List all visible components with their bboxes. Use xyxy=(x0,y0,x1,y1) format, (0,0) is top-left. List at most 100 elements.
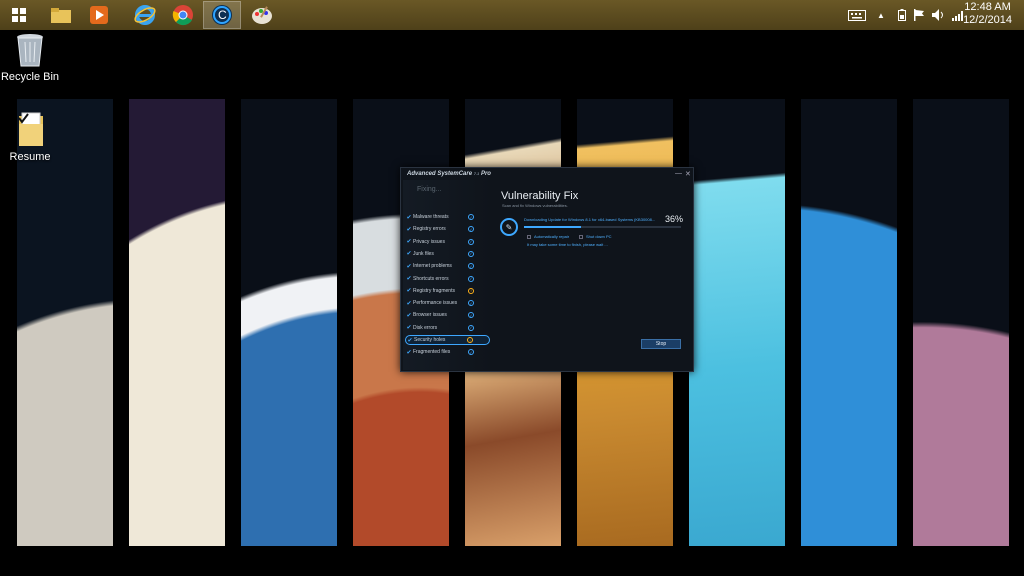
folder-icon xyxy=(51,8,71,23)
wallpaper-panel-moon xyxy=(17,99,113,546)
internet-explorer-icon xyxy=(134,5,156,25)
scan-item[interactable]: ✔ Fragmented files ✓ xyxy=(405,347,490,357)
scan-item[interactable]: ✔ Disk errors ✓ xyxy=(405,323,490,333)
shutdown-pc-checkbox[interactable]: Shut down PC xyxy=(579,234,612,239)
auto-repair-checkbox[interactable]: Automatically repair xyxy=(527,234,569,239)
start-button[interactable] xyxy=(0,1,38,29)
done-status-icon: ✓ xyxy=(468,263,474,270)
checkmark-icon: ✔ xyxy=(406,239,412,246)
chevron-up-icon: ▲ xyxy=(877,10,885,20)
scan-item-label: Fragmented files xyxy=(413,349,451,356)
done-status-icon: ✓ xyxy=(468,312,474,319)
volume-tray-button[interactable] xyxy=(930,0,946,30)
desktop-icon-label: Resume xyxy=(9,151,51,163)
taskbar-internet-explorer[interactable] xyxy=(126,1,164,29)
desktop-icon-recycle-bin[interactable]: Recycle Bin xyxy=(0,32,60,83)
advanced-systemcare-window: Advanced SystemCare 7.1 Pro — ✕ Fixing..… xyxy=(400,167,694,372)
checkmark-icon: ✔ xyxy=(406,263,412,270)
taskbar-paint[interactable] xyxy=(243,1,281,29)
app-edition: Pro xyxy=(480,171,491,177)
done-status-icon: ✓ xyxy=(468,214,474,220)
fixing-status: Fixing... xyxy=(417,186,442,193)
scan-item-label: Performance issues xyxy=(413,300,458,307)
done-status-icon: ✓ xyxy=(468,349,474,356)
wait-hint: It may take some time to finish, please … xyxy=(527,242,608,247)
action-center-tray-button[interactable] xyxy=(911,0,927,30)
scan-item-label: Disk errors xyxy=(413,324,438,331)
keyboard-tray-button[interactable] xyxy=(846,0,868,30)
advanced-systemcare-icon: C xyxy=(212,5,232,25)
scan-item[interactable]: ✔ Registry errors ✓ xyxy=(405,224,490,234)
checkbox-icon xyxy=(527,234,531,239)
desktop-icon-resume[interactable]: Resume xyxy=(0,110,60,163)
taskbar-file-explorer[interactable] xyxy=(42,1,80,29)
scan-item[interactable]: ✔ Junk files ✓ xyxy=(405,249,490,259)
app-version: 7.1 xyxy=(473,171,480,176)
media-player-icon xyxy=(90,6,108,24)
keyboard-icon xyxy=(848,9,866,21)
done-status-icon: ✓ xyxy=(468,250,474,257)
wallpaper-panel-earth xyxy=(241,99,337,546)
checkmark-icon: ✔ xyxy=(406,276,412,282)
scan-item-label: Junk files xyxy=(413,250,434,257)
scan-item[interactable]: ✔ Shortcuts errors ✓ xyxy=(405,274,490,284)
paint-icon xyxy=(252,6,272,24)
scan-item[interactable]: ✔ Registry fragments! xyxy=(405,286,490,296)
taskbar-chrome[interactable] xyxy=(164,1,202,29)
wallpaper-panel-uranus xyxy=(689,99,785,546)
scan-item-label: Browser issues xyxy=(413,312,447,319)
scan-items-sidebar: Fixing... ✔ Malware threats ✓ ✔ Registry err… xyxy=(403,180,491,370)
battery-icon xyxy=(898,9,906,21)
close-button[interactable]: ✕ xyxy=(685,170,691,178)
scan-item-label: Privacy issues xyxy=(413,238,445,245)
clock[interactable]: 12:48 AM 12/2/2014 xyxy=(963,1,1012,27)
show-hidden-icons-button[interactable]: ▲ xyxy=(874,0,888,30)
download-status: Downloading Update for Windows 8.1 for x… xyxy=(524,217,656,222)
checkmark-icon: ✔ xyxy=(406,349,412,356)
scan-item[interactable]: ✔ Malware threats ✓ xyxy=(405,212,490,222)
clock-time: 12:48 AM xyxy=(964,1,1011,13)
scan-item-label: Shortcuts errors xyxy=(413,275,449,282)
minimize-icon: — xyxy=(675,170,682,177)
taskbar-advanced-systemcare[interactable]: C xyxy=(203,1,241,29)
wallpaper-panel-venus xyxy=(129,99,225,546)
progress-bar-fill xyxy=(524,226,581,228)
app-title-text: Advanced SystemCare xyxy=(407,171,473,177)
done-status-icon: ✓ xyxy=(468,275,474,282)
wrench-icon: ✎ xyxy=(500,218,518,236)
checkmark-icon: ✔ xyxy=(407,337,413,344)
checkmark-icon: ✔ xyxy=(406,300,412,307)
main-subtitle: Scan and fix Windows vulnerabilities. xyxy=(502,203,568,208)
scan-item[interactable]: ✔ Internet problems ✓ xyxy=(405,261,490,271)
battery-tray-button[interactable] xyxy=(895,0,909,30)
scan-item-label: Security holes xyxy=(414,337,446,343)
scan-item[interactable]: ✔ Privacy issues ✓ xyxy=(405,237,490,247)
stop-button[interactable]: Stop xyxy=(641,339,681,349)
minimize-button[interactable]: — xyxy=(675,170,682,177)
checkmark-icon: ✔ xyxy=(406,325,412,332)
checkmark-icon: ✔ xyxy=(406,214,412,221)
progress-bar xyxy=(524,226,681,228)
taskbar-media-player[interactable] xyxy=(80,1,118,29)
scan-item-label: Malware threats xyxy=(413,214,449,220)
flag-icon xyxy=(914,9,924,21)
checkmark-icon: ✔ xyxy=(406,226,412,233)
checkmark-icon: ✔ xyxy=(406,251,412,258)
checkmark-icon: ✔ xyxy=(406,312,412,319)
checkmark-icon: ✔ xyxy=(406,288,412,295)
scan-item-label: Registry errors xyxy=(413,226,446,233)
clock-date: 12/2/2014 xyxy=(963,14,1012,26)
close-icon: ✕ xyxy=(685,171,691,178)
resume-folder-icon xyxy=(18,112,43,146)
scan-item[interactable]: ✔ Security holes! xyxy=(405,335,490,345)
desktop-icon-label: Recycle Bin xyxy=(0,71,60,83)
warning-status-icon: ! xyxy=(467,337,473,343)
shutdown-pc-label: Shut down PC xyxy=(586,234,612,239)
recycle-bin-icon xyxy=(17,34,43,67)
taskbar: C ▲ 12:48 AM 12/2/2014 xyxy=(0,0,1024,30)
wallpaper-panel-pluto xyxy=(913,99,1009,546)
warning-status-icon: ! xyxy=(468,287,474,294)
scan-item[interactable]: ✔ Performance issues ✓ xyxy=(405,298,490,308)
scan-item[interactable]: ✔ Browser issues ✓ xyxy=(405,310,490,320)
scan-item-label: Internet problems xyxy=(413,263,452,270)
